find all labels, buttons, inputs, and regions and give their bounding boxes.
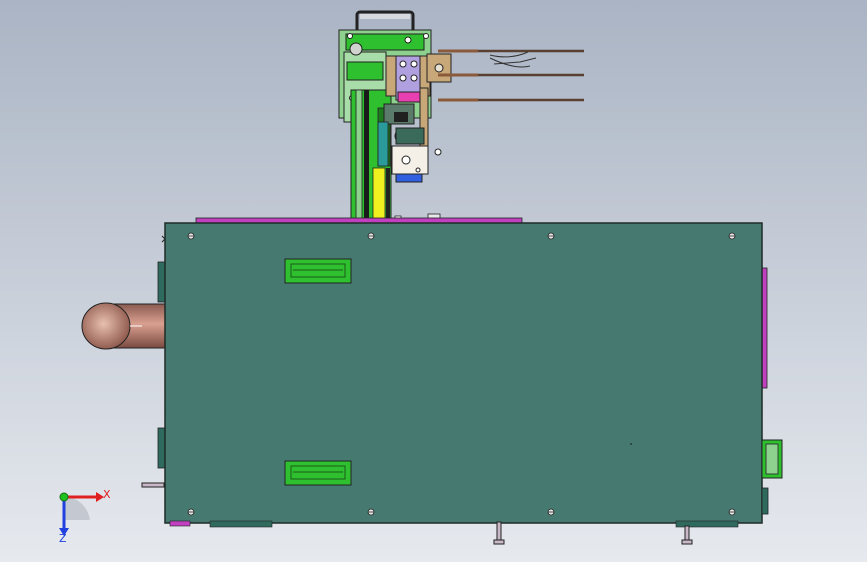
base-plate-icon[interactable] (164, 222, 763, 524)
axis-origin (59, 492, 69, 502)
cad-model-scene[interactable]: X Z (0, 0, 867, 562)
yellow-rail (372, 167, 386, 223)
cad-viewport[interactable]: X Z (0, 0, 867, 562)
pink-block (397, 91, 421, 103)
z-axis-label: Z (59, 532, 67, 545)
pipe-icon[interactable] (81, 302, 167, 350)
green-slot-top (284, 258, 352, 284)
slide-block (346, 61, 384, 81)
base-plate-assembly[interactable] (81, 217, 783, 545)
blue-part (395, 173, 423, 183)
sensor-icon (349, 42, 363, 56)
green-slot-bottom (284, 460, 352, 486)
x-axis-label: X (103, 488, 111, 501)
